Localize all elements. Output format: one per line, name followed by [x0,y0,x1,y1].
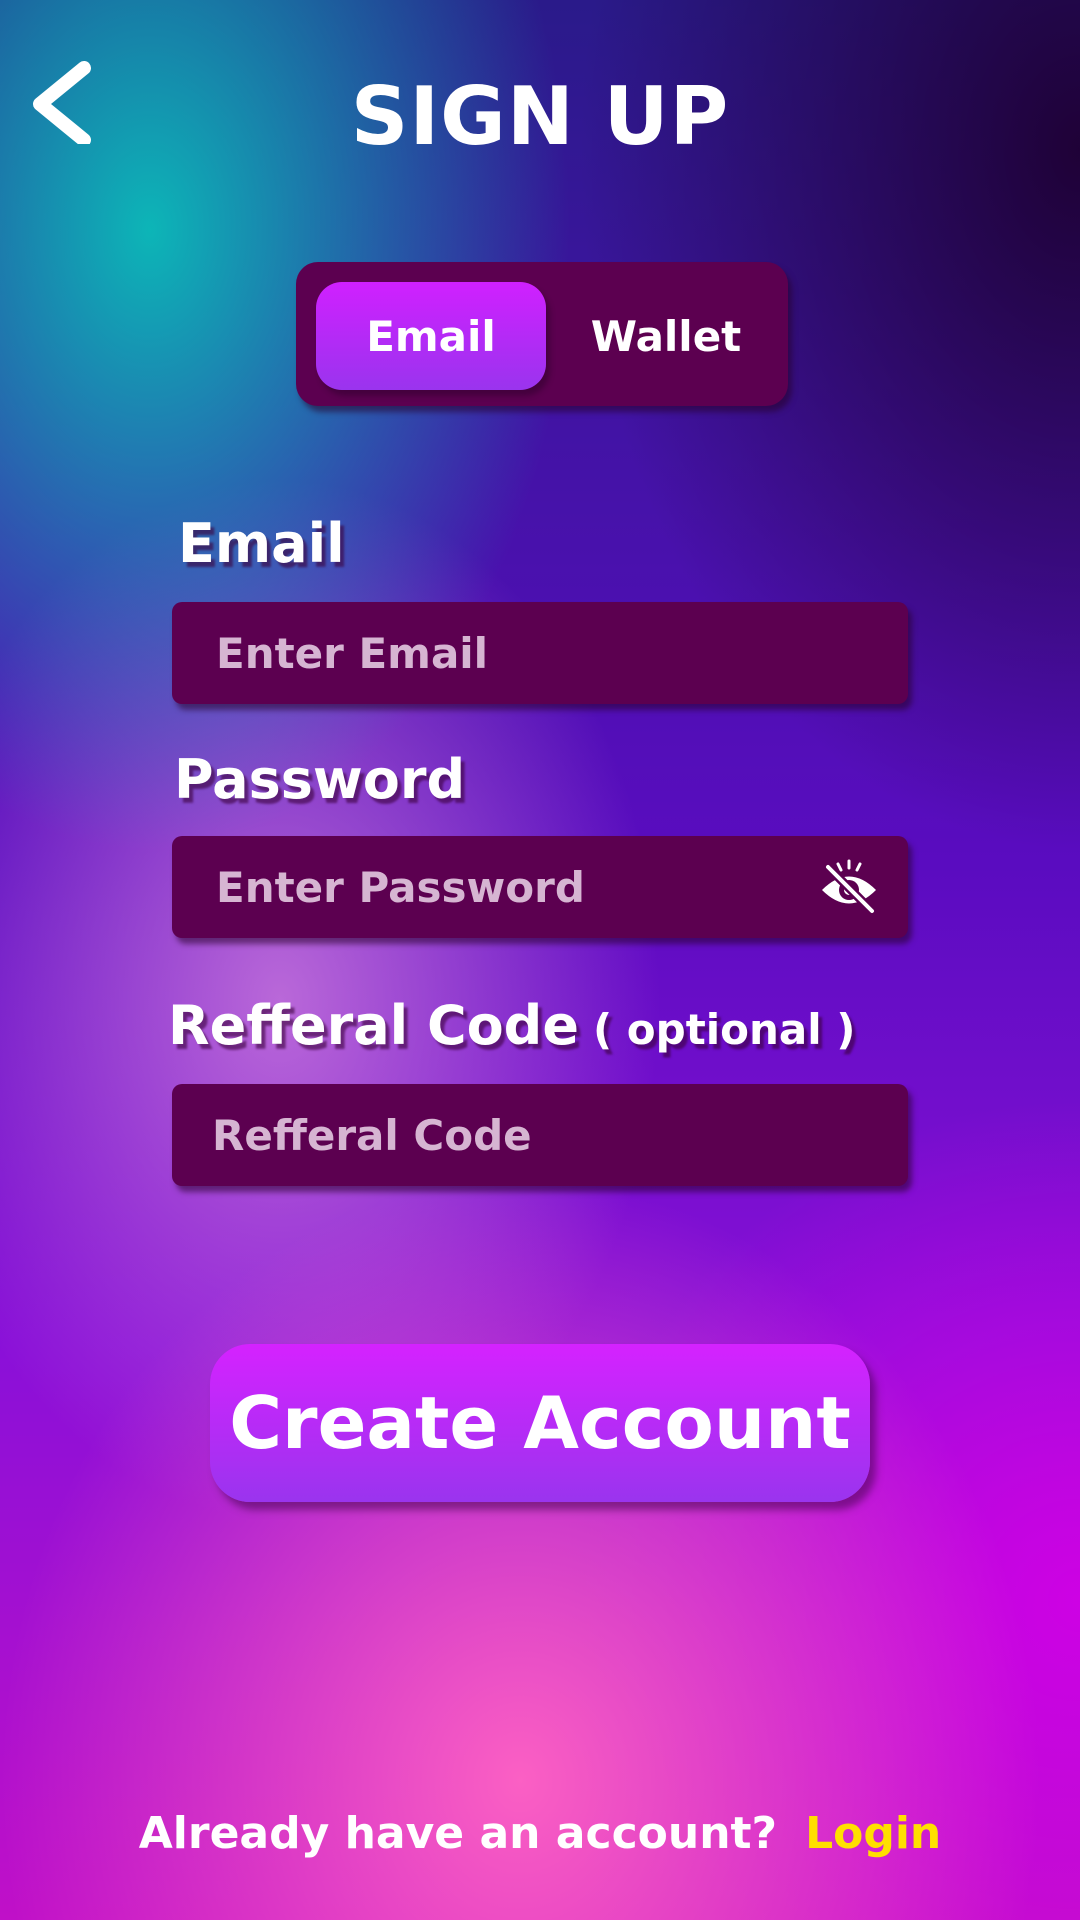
referral-label: Refferal Code ( optional ) [168,994,856,1057]
email-field[interactable] [172,602,908,704]
login-prompt: Already have an account? Login [0,1808,1080,1859]
referral-code-field[interactable] [172,1084,908,1186]
login-link[interactable]: Login [805,1808,941,1859]
email-field-container [172,602,908,704]
referral-field-container [172,1084,908,1186]
signup-method-toggle: Email Wallet [296,262,788,406]
signup-screen: SIGN UP Email Wallet Email Password Reff… [0,0,1080,1920]
email-label: Email [178,512,345,575]
eye-slash-icon [822,859,877,915]
login-prompt-text: Already have an account? [138,1808,778,1859]
password-field-container [172,836,908,938]
page-title: SIGN UP [350,70,730,163]
referral-label-text: Refferal Code [168,994,579,1057]
password-visibility-toggle[interactable] [818,859,880,915]
referral-optional-note: ( optional ) [592,1005,856,1054]
password-label: Password [174,748,466,811]
tab-wallet[interactable]: Wallet [566,282,766,390]
tab-email[interactable]: Email [316,282,546,390]
create-account-button[interactable]: Create Account [210,1344,870,1502]
password-field[interactable] [172,836,818,938]
